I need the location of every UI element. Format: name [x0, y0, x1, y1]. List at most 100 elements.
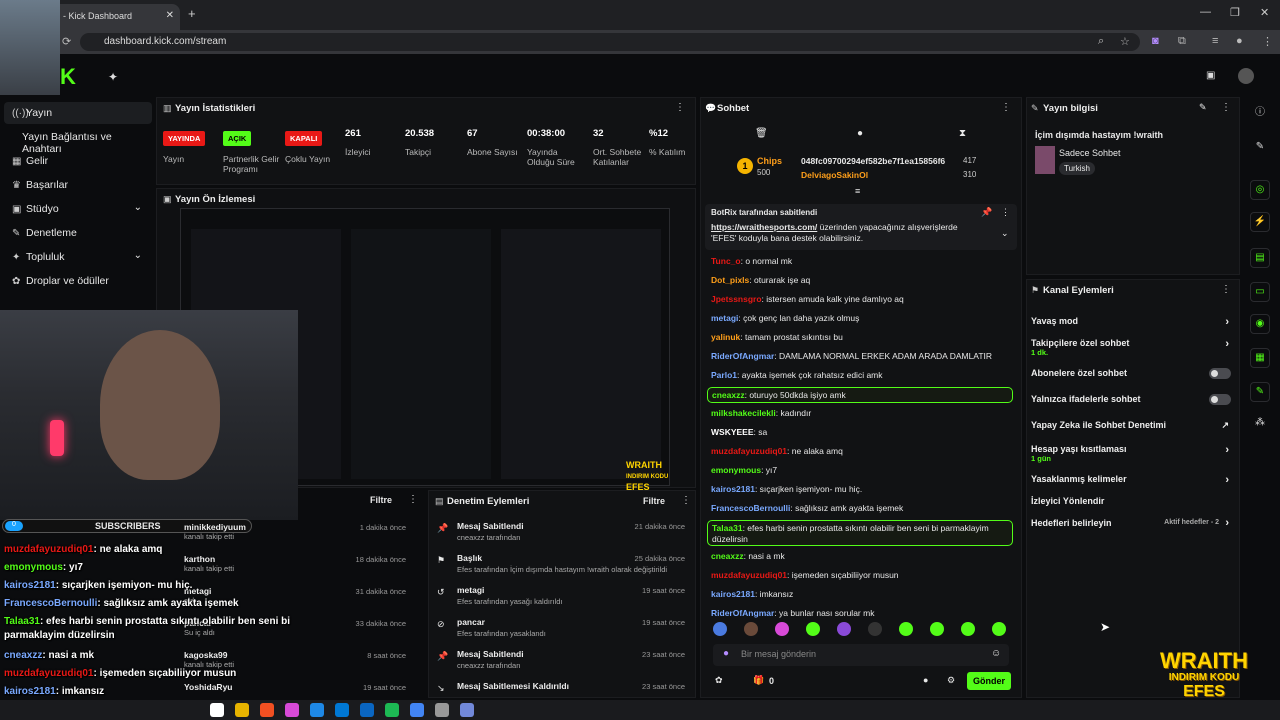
pinned-message[interactable]: BotRix tarafından sabitlendi 📌 ⋮ https:/…: [705, 204, 1017, 250]
new-tab-icon[interactable]: +: [188, 6, 196, 21]
mod-actions-filter-button[interactable]: Filtre: [643, 496, 665, 506]
chat-message[interactable]: cneaxzz: oturuyo 50dkda işiyo amk: [707, 387, 1013, 403]
chat-username[interactable]: Tunc_o: [711, 256, 741, 266]
channel-action-item[interactable]: Yavaş mod ›: [1031, 316, 1231, 336]
chat-bubble-small-icon[interactable]: ●: [923, 675, 928, 685]
maximize-icon[interactable]: ❐: [1230, 6, 1240, 19]
zoom-icon[interactable]: ⌕: [1098, 35, 1104, 48]
emote-icon[interactable]: [713, 622, 727, 636]
mod-action-item[interactable]: ⚑ Başlık Efes tarafından İçim dışımda hast…: [435, 553, 689, 583]
info-icon[interactable]: ⓘ: [1250, 104, 1270, 124]
followers-menu-icon[interactable]: ⋮: [408, 494, 418, 505]
chat-menu-icon[interactable]: ⋮: [1001, 102, 1011, 113]
taskbar-app-icon[interactable]: [435, 703, 449, 717]
chat-username[interactable]: FrancescoBernoulli: [711, 503, 790, 513]
chevron-right-icon[interactable]: ›: [1225, 474, 1229, 486]
pinned-menu-icon[interactable]: ⋮: [1001, 207, 1010, 218]
chat-username[interactable]: yalinuk: [711, 332, 740, 342]
user-avatar[interactable]: [1238, 68, 1254, 84]
target-icon[interactable]: ◎: [1250, 180, 1270, 200]
toggle-switch[interactable]: [1209, 368, 1231, 379]
channel-action-item[interactable]: Hedefleri belirleyin Aktif hedefler - 2 ›: [1031, 517, 1231, 538]
chat-message[interactable]: FrancescoBernoulli: sağlıksız amk ayakta…: [711, 501, 1011, 517]
reload-icon[interactable]: ⟳: [62, 35, 71, 48]
sidebar-item-7[interactable]: ✿ Droplar ve ödüller: [4, 270, 152, 292]
users-icon[interactable]: ⁂: [1250, 414, 1270, 434]
url-field[interactable]: dashboard.kick.com/stream: [80, 33, 1140, 51]
follower-item[interactable]: minikkediyuum kanalı takip etti 1 dakika ö…: [184, 522, 416, 550]
mod-actions-menu-icon[interactable]: ⋮: [681, 495, 691, 506]
chat-message[interactable]: kairos2181: imkansız: [711, 587, 1011, 603]
extension-icon[interactable]: ◙: [1152, 35, 1159, 47]
chat-username[interactable]: Jpetssnsgro: [711, 294, 762, 304]
channel-action-item[interactable]: Takipçilere özel sohbet 1 dk. ›: [1031, 338, 1231, 358]
chat-username[interactable]: kairos2181: [711, 589, 755, 599]
media-icon[interactable]: ≡: [1212, 35, 1218, 47]
chat-message[interactable]: WSKYEEE: sa: [711, 425, 1011, 441]
chevron-right-icon[interactable]: ›: [1225, 444, 1229, 456]
emote-icon[interactable]: [744, 622, 758, 636]
pencil-icon[interactable]: ✎: [1250, 138, 1270, 158]
emote-icon[interactable]: [806, 622, 820, 636]
emote-icon[interactable]: [775, 622, 789, 636]
taskbar-app-icon[interactable]: [460, 703, 474, 717]
taskbar-app-icon[interactable]: [285, 703, 299, 717]
chat-username[interactable]: RiderOfAngmar: [711, 608, 774, 618]
chat-message[interactable]: emonymous: yı7: [711, 463, 1011, 479]
pinned-link[interactable]: https://wraithesports.com/: [711, 222, 817, 232]
chips-action-icon[interactable]: ✿: [715, 675, 723, 686]
chat-username[interactable]: metagi: [711, 313, 738, 323]
sidebar-item-4[interactable]: ▣ Stüdyo ⌄: [4, 198, 152, 220]
chat-message[interactable]: Jpetssnsgro: istersen amuda kalk yine da…: [711, 292, 1011, 308]
chat-message[interactable]: Parlo1: ayakta işemek çok rahatsız edici…: [711, 368, 1011, 384]
stream-info-menu-icon[interactable]: ⋮: [1221, 102, 1231, 113]
broadcast-side-icon[interactable]: ◉: [1250, 314, 1270, 334]
followers-filter-button[interactable]: Filtre: [370, 495, 392, 505]
sidebar-item-3[interactable]: ♛ Başarılar: [4, 174, 152, 196]
emote-icon[interactable]: [899, 622, 913, 636]
emoji-icon[interactable]: ☺: [991, 648, 1001, 659]
puzzle-icon[interactable]: ⧉: [1178, 35, 1186, 48]
chat-username[interactable]: cneaxzz: [712, 390, 745, 400]
emote-icon[interactable]: [837, 622, 851, 636]
taskbar-app-icon[interactable]: [210, 703, 224, 717]
kick-logo[interactable]: K: [60, 64, 76, 90]
follower-item[interactable]: karthon kanalı takip etti 18 dakika önce: [184, 554, 416, 582]
emote-icon[interactable]: [961, 622, 975, 636]
sidebar-item-2[interactable]: ▦ Gelir: [4, 150, 152, 172]
chat-message[interactable]: milkshakecilekli: kadındır: [711, 406, 1011, 422]
doc-icon[interactable]: ▤: [1250, 248, 1270, 268]
chat-username[interactable]: emonymous: [711, 465, 761, 475]
emote-icon[interactable]: [992, 622, 1006, 636]
sidebar-item-6[interactable]: ✦ Topluluk ⌄: [4, 246, 152, 268]
external-link-icon[interactable]: ↗: [1221, 420, 1229, 431]
channel-action-item[interactable]: Hesap yaşı kısıtlaması 1 gün ›: [1031, 444, 1231, 464]
chat-message[interactable]: RiderOfAngmar: ya bunlar nası sorular mk: [711, 606, 1011, 622]
mod-action-item[interactable]: 📌 Mesaj Sabitlendi cneaxzz tarafından 21 da…: [435, 521, 689, 551]
collapse-chevron-icon[interactable]: ⌄: [1001, 228, 1009, 239]
emote-icon[interactable]: [868, 622, 882, 636]
chat-message[interactable]: muzdafayuzudiq01: ne alaka amq: [711, 444, 1011, 460]
taskbar-app-icon[interactable]: [335, 703, 349, 717]
chat-message[interactable]: metagi: çok genç lan daha yazık olmuş: [711, 311, 1011, 327]
filter-lines-icon[interactable]: ≡: [855, 186, 860, 196]
chevron-down-icon[interactable]: ⌄: [134, 250, 142, 261]
chat-username[interactable]: WSKYEEE: [711, 427, 754, 437]
chat-message[interactable]: RiderOfAngmar: DAMLAMA NORMAL ERKEK ADAM…: [711, 349, 1011, 365]
taskbar-app-icon[interactable]: [260, 703, 274, 717]
kick-badge-icon[interactable]: ▣: [1206, 70, 1215, 81]
toggle-switch[interactable]: [1209, 394, 1231, 405]
chevron-right-icon[interactable]: ›: [1225, 517, 1229, 529]
pin-icon[interactable]: 📌: [981, 207, 992, 218]
layers-icon[interactable]: ▦: [1250, 348, 1270, 368]
chat-username[interactable]: Talaa31: [712, 523, 743, 533]
channel-action-item[interactable]: Yalnızca ifadelerle sohbet: [1031, 394, 1231, 414]
chat-username[interactable]: muzdafayuzudiq01: [711, 570, 787, 580]
chat-message[interactable]: kairos2181: sıçarjken işemiyon- mu hiç.: [711, 482, 1011, 498]
chevron-right-icon[interactable]: ›: [1225, 316, 1229, 328]
close-tab-icon[interactable]: ✕: [166, 10, 174, 21]
trash-icon[interactable]: 🗑: [755, 128, 768, 139]
chat-username[interactable]: kairos2181: [711, 484, 755, 494]
bookmark-star-icon[interactable]: ☆: [1120, 35, 1130, 48]
chat-username[interactable]: Parlo1: [711, 370, 737, 380]
